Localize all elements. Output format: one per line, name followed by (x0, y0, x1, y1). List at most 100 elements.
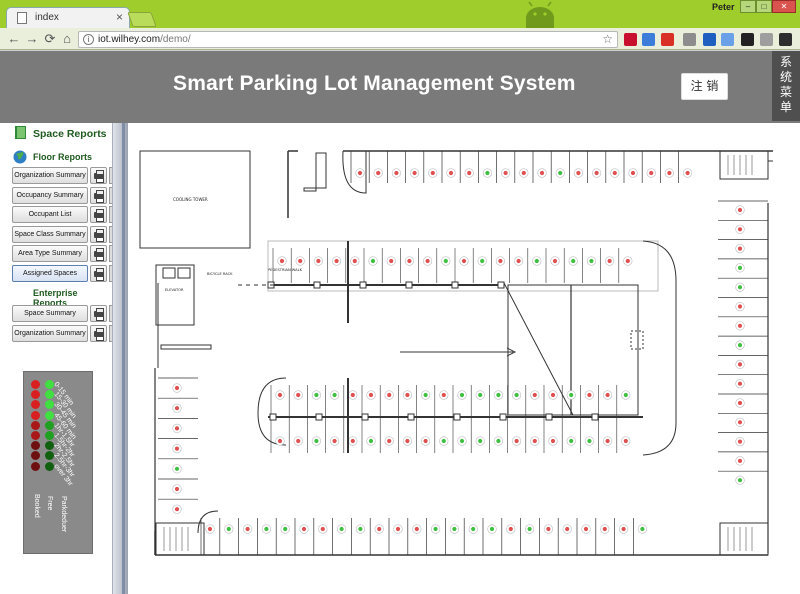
parking-spot-occupied (539, 170, 545, 176)
logout-button[interactable]: 注 销 (681, 73, 728, 100)
parking-spot-free (339, 526, 344, 532)
parking-spot-occupied (649, 170, 654, 176)
enterprise-report-button[interactable]: Space Summary (12, 305, 88, 322)
blue-ext-icon[interactable] (703, 33, 716, 46)
parking-spot-occupied (550, 392, 556, 398)
parking-spot-free (496, 392, 501, 398)
profile-name[interactable]: Peter (712, 2, 735, 12)
system-menu-label: 系统菜单 (779, 55, 792, 114)
parking-spot-occupied (334, 258, 339, 264)
legend-booked-dot (31, 441, 40, 451)
parking-spot-free (737, 343, 743, 348)
red-ext-icon[interactable] (661, 33, 674, 46)
enterprise-report-button[interactable]: Organization Summary (12, 324, 88, 342)
browser-tab[interactable]: index × (6, 7, 130, 28)
parking-spot-occupied (612, 170, 617, 176)
legend-booked-label: Booked (33, 494, 40, 518)
tab-close-icon[interactable]: × (116, 10, 123, 24)
stairs-bottom-right (719, 522, 769, 556)
print-button[interactable] (90, 206, 107, 224)
sidebar-scroll-track[interactable] (122, 123, 125, 594)
print-button[interactable] (90, 225, 107, 243)
parking-spot-free (489, 526, 495, 532)
space-reports-heading[interactable]: Space Reports (33, 128, 107, 140)
printer-icon (94, 170, 104, 183)
doc-ext-icon[interactable] (760, 33, 773, 46)
bench (315, 152, 327, 189)
printer-icon (94, 248, 104, 262)
parking-spot-occupied (605, 392, 610, 398)
parking-spot-occupied (277, 392, 283, 398)
elevator-car (177, 267, 191, 279)
parking-spot-free (332, 392, 337, 398)
parking-spot-free (589, 258, 594, 264)
minimize-button[interactable]: – (740, 0, 756, 13)
parking-spot-free (534, 258, 539, 264)
legend-free-label: Free (46, 496, 53, 511)
pillar (591, 413, 599, 421)
parking-spot-occupied (467, 170, 472, 176)
floor-report-button[interactable]: Occupant List (12, 206, 88, 224)
print-button[interactable] (90, 324, 107, 342)
floor-report-row: Area Type Summary (12, 245, 113, 263)
print-button[interactable] (90, 305, 107, 322)
browser-toolbar: ← → ⟳ ⌂ i iot.wilhey.com/demo/ ☆ (0, 28, 800, 50)
legend-booked-dot (31, 451, 40, 461)
parking-spot-free (264, 526, 269, 532)
parking-spot-free (423, 392, 428, 398)
printer-icon (94, 327, 104, 341)
floor-report-button[interactable]: Organization Summary (12, 167, 88, 184)
parking-spot-occupied (174, 507, 180, 512)
floor-report-button[interactable]: Assigned Spaces (12, 265, 88, 282)
grey-ext-icon[interactable] (683, 33, 696, 46)
parking-spot-free (283, 526, 288, 532)
print-button[interactable] (90, 265, 107, 282)
translate-ext-icon[interactable] (721, 33, 734, 46)
legend-booked-dot (31, 390, 40, 400)
floor-report-button[interactable]: Area Type Summary (12, 245, 88, 263)
pillar (545, 413, 553, 421)
parking-spot-occupied (737, 227, 743, 232)
bookmark-star-icon[interactable]: ☆ (602, 32, 613, 46)
parking-spot-free (569, 438, 574, 444)
parking-spot-occupied (368, 392, 374, 398)
parking-spot-free (737, 285, 743, 290)
parking-spot-occupied (521, 170, 526, 176)
system-menu-button[interactable]: 系统菜单 (772, 51, 800, 121)
reload-icon[interactable]: ⟳ (42, 31, 58, 47)
evernote-icon[interactable] (779, 33, 792, 46)
parking-spot-free (640, 526, 645, 532)
pillar (499, 413, 507, 421)
address-bar[interactable]: i iot.wilhey.com/demo/ ☆ (78, 31, 618, 48)
parking-spot-occupied (332, 438, 337, 444)
sidebar-splitter[interactable] (112, 123, 128, 594)
abp-icon[interactable] (624, 33, 637, 46)
floor-report-button[interactable]: Space Class Summary (12, 225, 88, 243)
info-icon[interactable]: i (83, 34, 94, 45)
parking-spot-occupied (737, 304, 743, 309)
new-tab-button[interactable] (127, 12, 157, 27)
print-button[interactable] (90, 245, 107, 263)
parking-spot-free (480, 258, 485, 264)
parking-spot-occupied (207, 526, 213, 532)
parking-spot-occupied (389, 258, 394, 264)
parking-spot-occupied (630, 170, 636, 176)
weather-icon[interactable] (642, 33, 655, 46)
print-button[interactable] (90, 167, 107, 184)
print-button[interactable] (90, 186, 107, 204)
parking-spot-occupied (350, 392, 355, 398)
parking-spot-occupied (737, 323, 743, 328)
circle-ext-icon[interactable] (741, 33, 754, 46)
forward-icon[interactable]: → (24, 31, 40, 47)
maximize-button[interactable]: □ (756, 0, 772, 13)
parking-spot-occupied (737, 381, 743, 386)
back-icon[interactable]: ← (6, 31, 22, 47)
parking-spot-free (314, 438, 319, 444)
floor-report-row: Space Class Summary (12, 225, 113, 243)
home-icon[interactable]: ⌂ (59, 31, 75, 47)
parking-spot-occupied (605, 438, 610, 444)
close-window-button[interactable]: ✕ (772, 0, 796, 13)
floor-report-button[interactable]: Occupancy Summary (12, 186, 88, 204)
parking-spot-occupied (508, 526, 513, 532)
floor-reports-heading[interactable]: Floor Reports (33, 152, 92, 162)
